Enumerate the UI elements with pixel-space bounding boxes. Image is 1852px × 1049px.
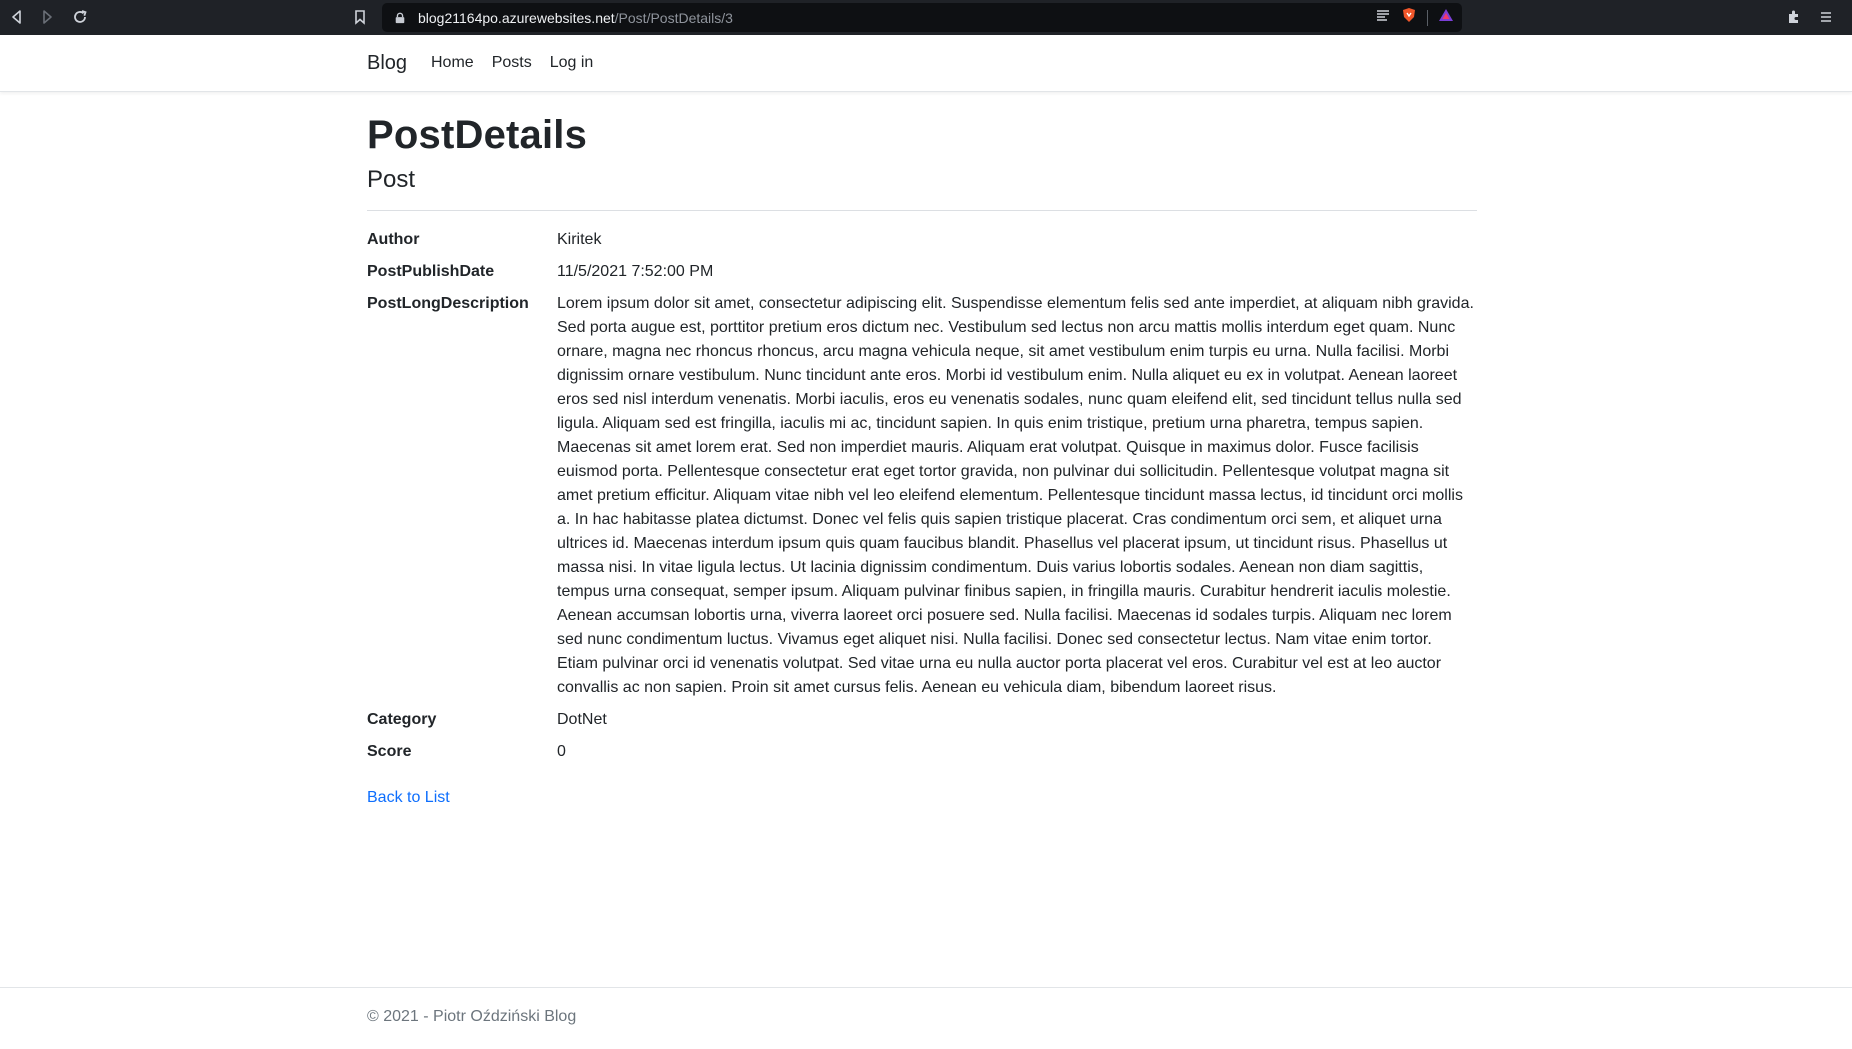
browser-toolbar: blog21164po.azurewebsites.net/Post/PostD…	[0, 0, 1852, 35]
post-details-list: Author Kiritek PostPublishDate 11/5/2021…	[367, 228, 1477, 764]
nav-posts-link[interactable]: Posts	[492, 54, 532, 72]
url-path: /Post/PostDetails/3	[614, 9, 733, 26]
author-value: Kiritek	[557, 231, 602, 248]
author-label: Author	[367, 231, 420, 248]
footer-copyright: © 2021 - Piotr Oździński Blog	[367, 1008, 577, 1025]
detail-row-score: Score 0	[367, 740, 1477, 764]
detail-row-author: Author Kiritek	[367, 228, 1477, 252]
page-title: PostDetails	[367, 113, 588, 157]
reload-icon[interactable]	[67, 4, 93, 30]
score-value: 0	[557, 743, 566, 760]
reader-mode-icon[interactable]	[1375, 7, 1391, 28]
description-label: PostLongDescription	[367, 295, 529, 312]
url-host: blog21164po.azurewebsites.net	[418, 9, 615, 26]
category-label: Category	[367, 711, 437, 728]
back-icon[interactable]	[4, 4, 30, 30]
nav-links: Home Posts Log in	[431, 54, 593, 72]
divider	[1427, 9, 1428, 26]
publish-date-value: 11/5/2021 7:52:00 PM	[557, 263, 714, 280]
nav-home-link[interactable]: Home	[431, 54, 474, 72]
section-title: Post	[367, 166, 416, 193]
brave-rewards-icon[interactable]	[1438, 7, 1454, 28]
detail-row-description: PostLongDescription Lorem ipsum dolor si…	[367, 292, 1477, 700]
description-value: Lorem ipsum dolor sit amet, consectetur …	[557, 295, 1474, 696]
site-navbar: Blog Home Posts Log in	[0, 35, 1852, 92]
nav-login-link[interactable]: Log in	[550, 54, 594, 72]
menu-icon[interactable]	[1813, 4, 1839, 30]
brand-link[interactable]: Blog	[367, 52, 407, 75]
extensions-icon[interactable]	[1781, 4, 1807, 30]
back-to-list-link[interactable]: Back to List	[367, 789, 450, 807]
category-value: DotNet	[557, 711, 607, 728]
score-label: Score	[367, 743, 412, 760]
forward-icon[interactable]	[34, 4, 60, 30]
publish-date-label: PostPublishDate	[367, 263, 495, 280]
lock-icon	[394, 11, 408, 25]
address-bar[interactable]: blog21164po.azurewebsites.net/Post/PostD…	[382, 3, 1462, 32]
brave-shield-icon[interactable]	[1401, 7, 1417, 28]
divider	[367, 210, 1477, 211]
detail-row-publish-date: PostPublishDate 11/5/2021 7:52:00 PM	[367, 260, 1477, 284]
bookmark-icon[interactable]	[347, 4, 373, 30]
detail-row-category: Category DotNet	[367, 708, 1477, 732]
main-content: PostDetails Post Author Kiritek PostPubl…	[367, 92, 1477, 807]
site-footer: © 2021 - Piotr Oździński Blog	[0, 987, 1852, 1049]
